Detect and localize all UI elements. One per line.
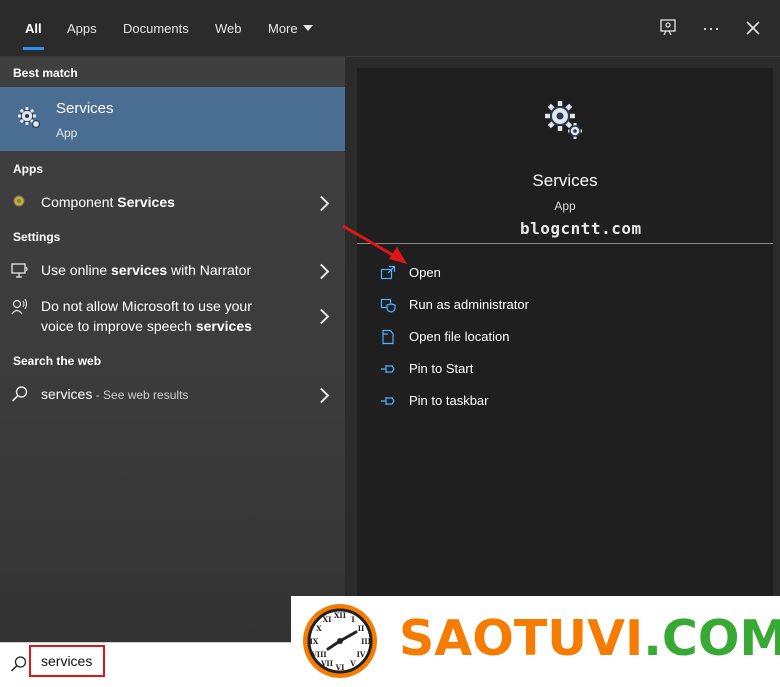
best-match-subtitle: App [56, 126, 78, 140]
chevron-down-icon [302, 25, 313, 31]
list-item-label-line1: Do not allow Microsoft to use your [41, 298, 252, 314]
svg-text:XI: XI [323, 615, 332, 624]
feedback-icon[interactable] [655, 14, 683, 42]
search-icon [10, 655, 30, 675]
brand-banner: XII VI IX III I II IV V VII VIII X XI SAOTUVI.COM [291, 596, 780, 686]
list-item-label: Component Services [41, 192, 175, 212]
label-text: Use online [41, 262, 112, 278]
component-services-icon [11, 193, 31, 213]
more-options-icon[interactable]: ··· [697, 14, 725, 42]
svg-text:VIII: VIII [310, 650, 326, 659]
web-query: services [41, 386, 93, 402]
svg-text:II: II [358, 624, 365, 633]
gears-icon [16, 104, 42, 130]
watermark: blogcntt.com [520, 219, 642, 238]
search-input[interactable] [29, 645, 105, 677]
action-pin-to-taskbar[interactable]: Pin to taskbar [357, 389, 773, 415]
list-item-label-line2: voice to improve speech services [41, 316, 252, 336]
svg-text:I: I [351, 615, 354, 624]
label-text: Component [41, 194, 118, 210]
list-item-label: services - See web results [41, 384, 188, 405]
chevron-right-icon [313, 263, 330, 280]
chevron-right-icon [313, 387, 330, 404]
svg-text:XII: XII [334, 611, 346, 620]
open-window-icon [380, 265, 398, 283]
action-label: Pin to Start [409, 361, 474, 376]
section-search-web: Search the web [13, 354, 102, 368]
best-match-item[interactable]: Services App [0, 87, 345, 151]
action-open-file-location[interactable]: Open file location [357, 325, 773, 351]
pin-icon [380, 361, 398, 379]
tab-more-label: More [268, 21, 298, 36]
svg-text:VI: VI [335, 663, 345, 672]
detail-divider [357, 243, 773, 244]
svg-text:III: III [361, 637, 371, 646]
brand-wordmark: SAOTUVI.COM [399, 609, 780, 669]
svg-text:VII: VII [320, 659, 333, 668]
close-icon[interactable] [739, 14, 767, 42]
section-best-match: Best match [13, 66, 78, 80]
action-label: Open file location [409, 329, 510, 344]
section-settings: Settings [13, 230, 61, 244]
label-bold: services [195, 318, 252, 334]
pin-icon [380, 393, 398, 411]
list-item-component-services[interactable]: Component Services [0, 190, 345, 216]
tab-web[interactable]: Web [215, 0, 242, 56]
speech-icon [11, 298, 31, 318]
shield-icon [380, 297, 398, 315]
action-run-as-admin[interactable]: Run as administrator [357, 293, 773, 319]
chevron-right-icon [313, 195, 330, 212]
brand-part2: VI [587, 610, 644, 667]
gears-icon [542, 98, 586, 142]
label-bold: services [111, 262, 168, 278]
action-label: Run as administrator [409, 297, 529, 312]
action-label: Open [409, 265, 441, 280]
brand-part3: .COM [643, 610, 780, 667]
svg-text:IX: IX [310, 637, 319, 646]
action-label: Pin to taskbar [409, 393, 489, 408]
label-text: with Narrator [167, 262, 252, 278]
svg-text:X: X [316, 624, 322, 633]
tab-documents[interactable]: Documents [123, 0, 189, 56]
section-apps: Apps [13, 162, 43, 176]
list-item-speech-services[interactable]: Do not allow Microsoft to use your voice… [0, 296, 345, 342]
label-bold: Services [117, 194, 175, 210]
tab-bar: All Apps Documents Web More ··· [0, 0, 780, 57]
clock-logo-icon: XII VI IX III I II IV V VII VIII X XI [301, 602, 379, 680]
chevron-right-icon [313, 308, 330, 325]
label-text: voice to improve speech [41, 318, 196, 334]
brand-part1: SAOTU [399, 610, 588, 667]
tab-all[interactable]: All [23, 0, 44, 56]
results-pane: Best match Services App Apps Component S… [0, 57, 345, 642]
svg-text:V: V [349, 659, 356, 668]
svg-text:IV: IV [357, 650, 366, 659]
action-open[interactable]: Open [357, 261, 773, 287]
detail-subtitle: App [554, 199, 576, 213]
detail-title: Services [532, 171, 598, 190]
file-location-icon [380, 329, 398, 347]
tab-apps[interactable]: Apps [67, 0, 97, 56]
list-item-web-search[interactable]: services - See web results [0, 382, 345, 408]
search-icon [11, 385, 31, 405]
best-match-title: Services [56, 100, 114, 117]
list-item-label: Use online services with Narrator [41, 260, 251, 280]
detail-pane: Services App blogcntt.com Open Run as ad… [357, 68, 773, 642]
narrator-icon [11, 261, 31, 281]
list-item-narrator[interactable]: Use online services with Narrator [0, 258, 345, 284]
tab-more[interactable]: More [268, 0, 313, 56]
web-hint: - See web results [92, 388, 189, 402]
action-pin-to-start[interactable]: Pin to Start [357, 357, 773, 383]
search-window: All Apps Documents Web More ··· Best mat… [0, 0, 780, 687]
